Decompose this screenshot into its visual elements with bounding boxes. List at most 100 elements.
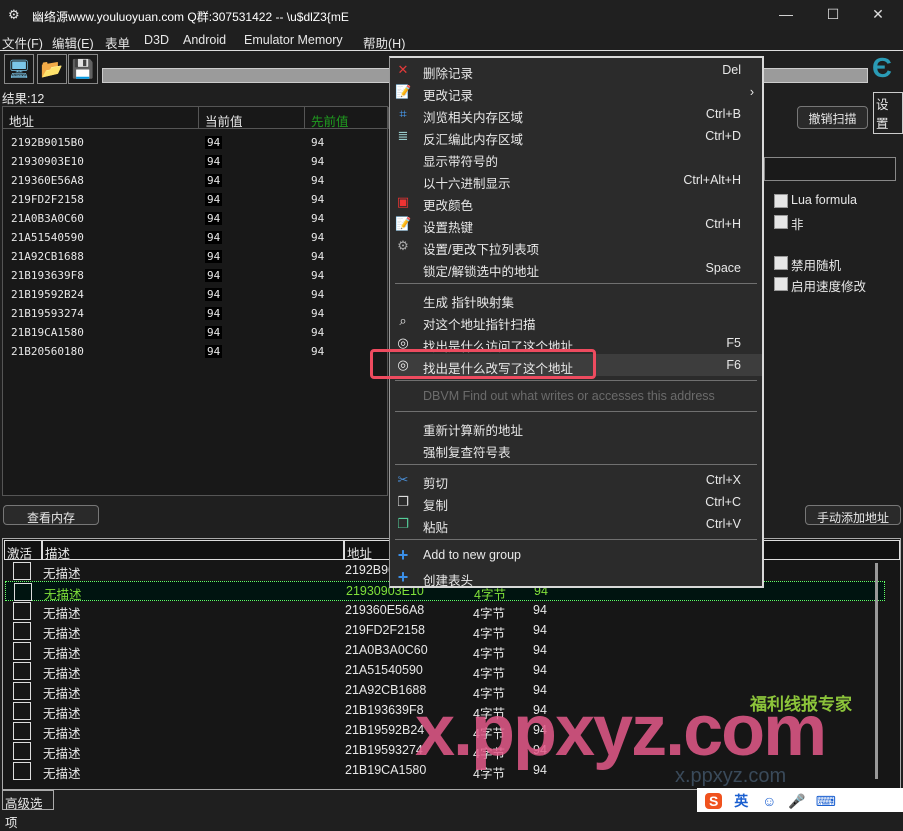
active-checkbox[interactable] <box>13 602 31 620</box>
menu-item[interactable]: D3D <box>144 33 169 47</box>
address-row[interactable]: 无描述 219FD2F2158 4字节 94 <box>5 621 885 641</box>
context-menu-item[interactable]: 锁定/解锁选中的地址 Space <box>390 257 762 279</box>
menu-item[interactable]: 帮助(H) <box>363 33 405 52</box>
current-value-cell: 94 <box>205 174 223 187</box>
context-menu-item[interactable]: 生成 指针映射集 <box>390 288 762 310</box>
menu-item-shortcut: Ctrl+B <box>705 107 741 121</box>
scan-results-list[interactable]: 地址 当前值 先前值 2192B9015B0 94 94 21930903E10 94 9… <box>2 106 389 496</box>
checkbox[interactable] <box>774 256 788 270</box>
context-menu-item[interactable]: 以十六进制显示 Ctrl+Alt+H <box>390 169 762 191</box>
column-header-address[interactable]: 地址 <box>3 107 199 129</box>
checkbox[interactable] <box>774 194 788 208</box>
add-address-manually-button[interactable]: 手动添加地址 <box>805 505 901 525</box>
context-menu-item[interactable]: + Add to new group <box>390 544 762 566</box>
scan-result-row[interactable]: 219360E56A8 94 94 <box>9 172 379 191</box>
scan-result-row[interactable]: 21A92CB1688 94 94 <box>9 248 379 267</box>
context-menu-item[interactable]: 📝 更改记录 › <box>390 81 762 103</box>
description-cell: 无描述 <box>43 667 81 681</box>
scan-result-row[interactable]: 21A51540590 94 94 <box>9 229 379 248</box>
current-value-cell: 94 <box>205 155 223 168</box>
active-checkbox[interactable] <box>13 742 31 760</box>
delete-x-icon: ✕ <box>397 62 409 77</box>
ime-toolbar[interactable]: S 英 ☺ 🎤 ⌨ <box>697 788 903 812</box>
context-menu-item[interactable]: ⌕ 对这个地址指针扫描 <box>390 310 762 332</box>
ime-mode[interactable]: 英 <box>734 793 748 809</box>
context-menu-item[interactable]: ≣ 反汇编此内存区域 Ctrl+D <box>390 125 762 147</box>
column-header-current-value[interactable]: 当前值 <box>199 107 305 129</box>
scan-result-row[interactable]: 21930903E10 94 94 <box>9 153 379 172</box>
value-input[interactable] <box>764 157 896 181</box>
context-menu: ✕ 删除记录 Del 📝 更改记录 › ⌗ 浏览相关内存区域 Ctrl+B ≣ 反汇编此内存区域 Ct… <box>389 56 764 588</box>
current-value-cell: 94 <box>205 307 223 320</box>
checkbox[interactable] <box>774 215 788 229</box>
active-checkbox[interactable] <box>13 622 31 640</box>
active-checkbox[interactable] <box>13 702 31 720</box>
active-checkbox[interactable] <box>13 662 31 680</box>
menu-item[interactable]: 表单 <box>105 33 130 52</box>
column-header-description[interactable]: 描述 <box>42 540 344 561</box>
address-row[interactable]: 无描述 219360E56A8 4字节 94 <box>5 601 885 621</box>
context-menu-item[interactable]: ⚙ 设置/更改下拉列表项 <box>390 235 762 257</box>
menu-item[interactable]: Emulator Memory <box>244 33 343 47</box>
context-menu-item[interactable]: + 创建表头 <box>390 566 762 588</box>
active-checkbox[interactable] <box>13 762 31 780</box>
menu-item-label: DBVM Find out what writes or accesses th… <box>423 389 715 403</box>
context-menu-item[interactable]: 强制复查符号表 <box>390 438 762 460</box>
menu-item-label: 删除记录 <box>423 67 474 81</box>
type-cell: 4字节 <box>473 607 505 621</box>
description-cell: 无描述 <box>43 707 81 721</box>
checkbox[interactable] <box>774 277 788 291</box>
context-menu-item[interactable]: ❐ 复制 Ctrl+C <box>390 491 762 513</box>
context-menu-item[interactable]: 📝 设置热键 Ctrl+H <box>390 213 762 235</box>
menu-item[interactable]: 编辑(E) <box>52 33 94 52</box>
emoji-icon[interactable]: ☺ <box>762 793 776 809</box>
close-button[interactable]: ✕ <box>868 6 888 23</box>
scan-result-row[interactable]: 21B19593274 94 94 <box>9 305 379 324</box>
address-cell: 21930903E10 <box>11 155 84 168</box>
active-checkbox[interactable] <box>13 642 31 660</box>
context-menu-item[interactable]: ▣ 更改颜色 <box>390 191 762 213</box>
previous-value-cell: 94 <box>311 250 325 263</box>
context-menu-item[interactable]: ❐ 粘贴 Ctrl+V <box>390 513 762 535</box>
context-menu-item[interactable]: ✂ 剪切 Ctrl+X <box>390 469 762 491</box>
current-value-cell: 94 <box>205 231 223 244</box>
microphone-icon[interactable]: 🎤 <box>788 793 805 809</box>
active-checkbox[interactable] <box>14 583 32 601</box>
menu-item-shortcut: Ctrl+Alt+H <box>683 173 741 187</box>
scan-result-row[interactable]: 21A0B3A0C60 94 94 <box>9 210 379 229</box>
previous-value-cell: 94 <box>311 212 325 225</box>
cheat-engine-logo-icon[interactable]: Є <box>872 52 892 84</box>
context-menu-item[interactable]: 显示带符号的 <box>390 147 762 169</box>
active-checkbox[interactable] <box>13 682 31 700</box>
menu-item[interactable]: 文件(F) <box>2 33 43 52</box>
scan-result-row[interactable]: 219FD2F2158 94 94 <box>9 191 379 210</box>
value-cell: 94 <box>533 663 547 677</box>
open-process-button[interactable]: 🖥 <box>4 54 34 84</box>
address-row[interactable]: 无描述 21A0B3A0C60 4字节 94 <box>5 641 885 661</box>
menu-item-label: 反汇编此内存区域 <box>423 133 524 147</box>
column-header-active[interactable]: 激活 <box>4 540 42 561</box>
active-checkbox[interactable] <box>13 722 31 740</box>
settings-button[interactable]: 设置 <box>873 92 903 134</box>
menu-item[interactable]: Android <box>183 33 226 47</box>
context-menu-item[interactable]: 重新计算新的地址 <box>390 416 762 438</box>
scan-result-row[interactable]: 21B19CA1580 94 94 <box>9 324 379 343</box>
active-checkbox[interactable] <box>13 562 31 580</box>
scan-result-row[interactable]: 2192B9015B0 94 94 <box>9 134 379 153</box>
minimize-button[interactable]: — <box>776 6 796 22</box>
scan-result-row[interactable]: 21B193639F8 94 94 <box>9 267 379 286</box>
maximize-button[interactable]: ☐ <box>823 6 843 23</box>
scan-result-row[interactable]: 21B19592B24 94 94 <box>9 286 379 305</box>
scan-result-row[interactable]: 21B20560180 94 94 <box>9 343 379 362</box>
keyboard-icon[interactable]: ⌨ <box>816 793 836 809</box>
context-menu-item[interactable]: ⌗ 浏览相关内存区域 Ctrl+B <box>390 103 762 125</box>
context-menu-item[interactable]: ✕ 删除记录 Del <box>390 59 762 81</box>
advanced-options-button[interactable]: 高级选项 <box>2 790 54 830</box>
address-row[interactable]: 无描述 21A51540590 4字节 94 <box>5 661 885 681</box>
open-file-button[interactable]: 📂 <box>37 54 67 84</box>
view-memory-button[interactable]: 查看内存 <box>3 505 99 525</box>
save-button[interactable]: 💾 <box>68 54 98 84</box>
scrollbar[interactable] <box>875 563 878 779</box>
column-header-previous-value[interactable]: 先前值 <box>305 107 389 129</box>
undo-scan-button[interactable]: 撤销扫描 <box>797 106 868 129</box>
